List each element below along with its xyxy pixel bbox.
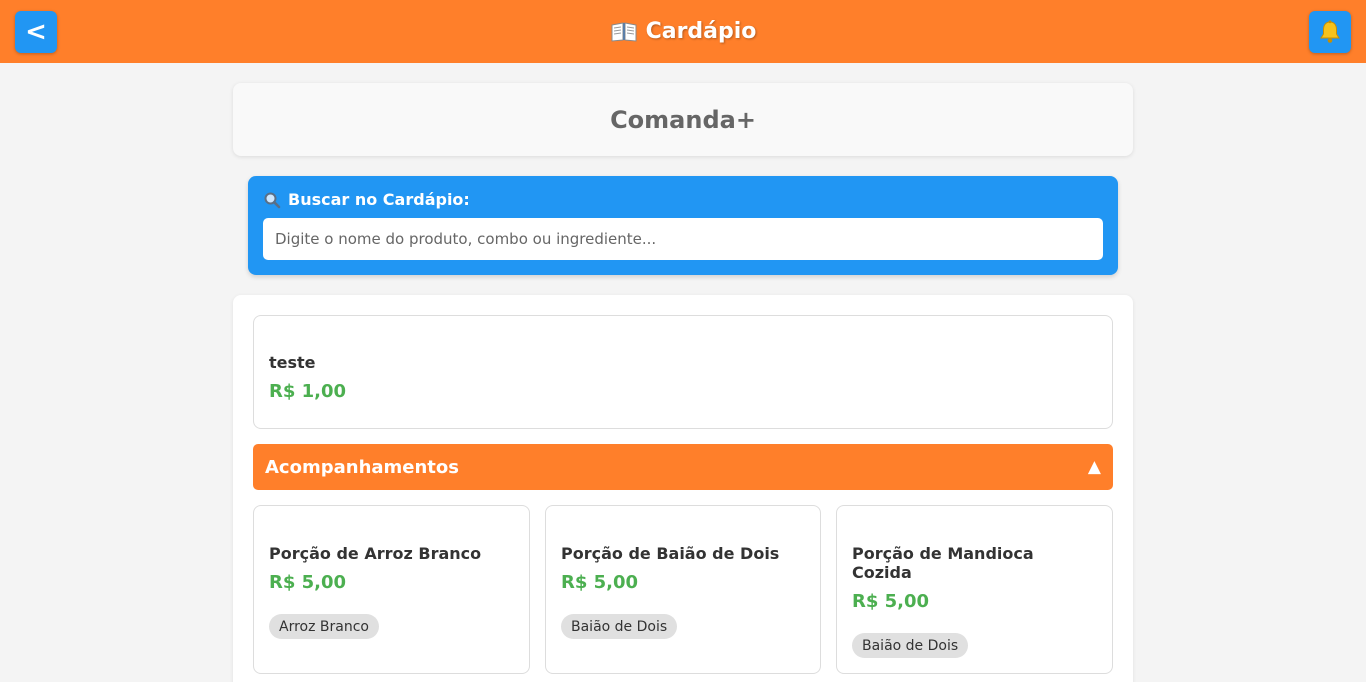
search-panel: Buscar no Cardápio: [248,176,1118,275]
product-name-line: Porção de Mandioca [852,544,1034,563]
product-card[interactable]: Porção de Arroz Branco R$ 5,00 Arroz Bra… [253,505,530,674]
page-title-text: Cardápio [645,19,757,44]
brand-card: Comanda+ [233,83,1133,156]
ingredient-tag: Baião de Dois [852,633,969,658]
featured-product-card[interactable]: teste R$ 1,00 [253,315,1113,429]
back-button[interactable]: < [15,11,57,53]
product-name: Porção de Mandioca Cozida [852,544,1034,582]
search-label: Buscar no Cardápio: [263,190,470,209]
book-icon [610,21,638,43]
product-name: Porção de Arroz Branco [269,544,482,563]
brand-name: Comanda+ [610,105,756,134]
notifications-button[interactable] [1309,11,1351,53]
collapse-arrow-icon: ▲ [1087,457,1101,477]
search-label-text: Buscar no Cardápio: [288,190,470,209]
product-price: R$ 1,00 [269,381,347,402]
category-name: Acompanhamentos [265,456,459,478]
back-button-label: < [25,17,47,47]
product-price: R$ 5,00 [269,572,347,593]
product-card[interactable]: Porção de Mandioca Cozida R$ 5,00 Baião … [836,505,1113,674]
category-toggle-acompanhamentos[interactable]: Acompanhamentos ▲ [253,444,1113,490]
product-price: R$ 5,00 [852,591,930,612]
product-price: R$ 5,00 [561,572,639,593]
product-name: Porção de Baião de Dois [561,544,780,563]
product-card[interactable]: Porção de Baião de Dois R$ 5,00 Baião de… [545,505,821,674]
top-bar: Cardápio < [0,0,1366,63]
product-name-line: Cozida [852,563,912,582]
search-icon [264,192,281,208]
page-title: Cardápio [0,0,1366,63]
product-name: teste [269,353,316,372]
ingredient-tag: Baião de Dois [561,614,678,639]
ingredient-tag: Arroz Branco [269,614,379,639]
menu-panel: teste R$ 1,00 Acompanhamentos ▲ Porção d… [233,295,1133,682]
bell-icon [1320,20,1340,43]
search-input[interactable] [263,218,1103,260]
